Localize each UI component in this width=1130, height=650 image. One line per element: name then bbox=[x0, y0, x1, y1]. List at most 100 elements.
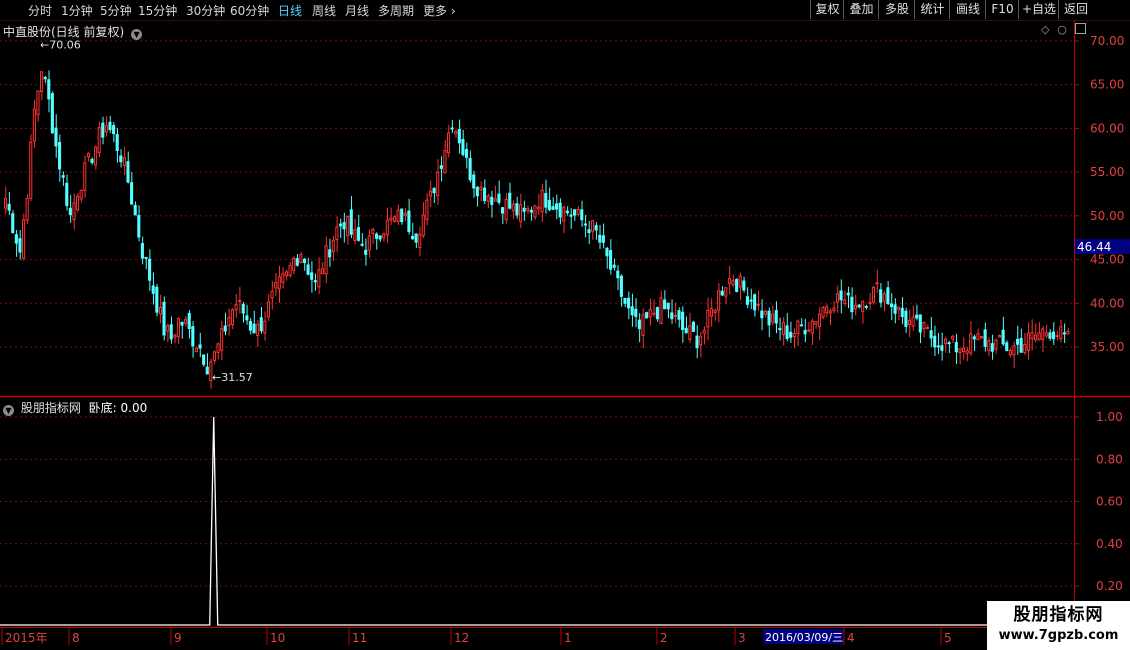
candle-body bbox=[410, 236, 415, 240]
main-y-tick-label: 55.00 bbox=[1090, 165, 1124, 179]
period-tab-2[interactable]: 5分钟 bbox=[100, 2, 132, 19]
candle-body bbox=[551, 206, 555, 210]
period-tab-5[interactable]: 60分钟 bbox=[230, 2, 269, 19]
candle-body bbox=[184, 319, 188, 324]
candle-body bbox=[951, 335, 955, 340]
main-y-tick-label: 45.00 bbox=[1090, 253, 1124, 267]
candle-body bbox=[925, 327, 930, 330]
candle-body bbox=[630, 306, 634, 316]
candle-body bbox=[65, 182, 69, 207]
chevron-down-icon[interactable]: ▼ bbox=[131, 29, 143, 40]
period-tab-3[interactable]: 15分钟 bbox=[138, 2, 177, 19]
candle-body bbox=[771, 313, 775, 323]
period-tab-10[interactable]: 更多 › bbox=[423, 2, 456, 19]
candle-body bbox=[94, 146, 98, 166]
period-tab-9[interactable]: 多周期 bbox=[378, 2, 414, 19]
toolbar-button-6[interactable]: +自选 bbox=[1018, 0, 1059, 19]
candle-body bbox=[331, 240, 335, 253]
candle-body bbox=[713, 310, 717, 314]
indicator-y-tick-label: 0.20 bbox=[1096, 579, 1123, 593]
candle-body bbox=[983, 329, 987, 347]
candle-body bbox=[727, 278, 731, 284]
chevron-down-icon[interactable]: ▼ bbox=[3, 405, 14, 416]
candle-body bbox=[634, 308, 638, 317]
period-tab-8[interactable]: 月线 bbox=[345, 2, 369, 19]
candle-body bbox=[994, 339, 998, 350]
toolbar-button-2[interactable]: 多股 bbox=[878, 0, 915, 19]
candle-body bbox=[1051, 331, 1056, 340]
toolbar-button-1[interactable]: 叠加 bbox=[843, 0, 879, 19]
candle-body bbox=[266, 301, 271, 318]
close-box-icon[interactable] bbox=[1074, 23, 1086, 34]
candle-body bbox=[101, 122, 105, 138]
candle-body bbox=[277, 276, 281, 290]
candle-body bbox=[464, 149, 469, 158]
candle-body bbox=[497, 193, 501, 203]
watermark-title: 股朋指标网 bbox=[1013, 605, 1104, 625]
toolbar-button-0[interactable]: 复权 bbox=[810, 0, 844, 19]
circle-icon[interactable]: ○ bbox=[1057, 23, 1067, 36]
candle-body bbox=[760, 310, 764, 319]
candle-body bbox=[522, 207, 526, 212]
candle-body bbox=[749, 299, 753, 302]
candle-body bbox=[1026, 332, 1030, 351]
candle-body bbox=[594, 225, 598, 231]
candle-body bbox=[137, 215, 141, 238]
candle-body bbox=[403, 212, 407, 216]
candle-body bbox=[763, 310, 767, 315]
candle-body bbox=[526, 208, 530, 212]
low-annotation: ←31.57 bbox=[212, 371, 253, 384]
period-tab-1[interactable]: 1分钟 bbox=[61, 2, 93, 19]
candle-body bbox=[61, 175, 65, 178]
candle-body bbox=[454, 130, 458, 135]
candle-body bbox=[576, 209, 580, 215]
candle-body bbox=[198, 344, 202, 349]
candle-body bbox=[1059, 326, 1063, 339]
chart-corner-controls: ◇ ○ bbox=[1041, 22, 1086, 36]
candle-body bbox=[212, 351, 216, 361]
candle-body bbox=[194, 347, 198, 353]
candle-body bbox=[292, 257, 296, 271]
indicator-title-row: ▼ 股朋指标网 卧底: 0.00 bbox=[3, 399, 147, 416]
toolbar-button-3[interactable]: 统计 bbox=[914, 0, 950, 19]
indicator-line-series bbox=[0, 416, 1074, 626]
diamond-icon[interactable]: ◇ bbox=[1041, 23, 1049, 36]
candle-body bbox=[756, 303, 760, 306]
candle-body bbox=[976, 333, 980, 341]
candle-body bbox=[799, 324, 803, 327]
date-highlight-label: 2016/03/09/三 bbox=[765, 631, 843, 644]
candle-body bbox=[86, 153, 90, 158]
candle-body bbox=[1066, 331, 1070, 335]
date-label: 4 bbox=[847, 631, 855, 645]
candle-body bbox=[58, 141, 62, 170]
candle-body bbox=[353, 229, 357, 241]
candle-body bbox=[555, 203, 559, 210]
candle-body bbox=[623, 297, 627, 304]
candle-body bbox=[25, 197, 29, 221]
candle-body bbox=[781, 322, 785, 336]
chart-area: 35.0040.0045.0050.0055.0060.0065.0070.00… bbox=[0, 20, 1130, 645]
candle-body bbox=[11, 213, 15, 234]
candle-body bbox=[382, 233, 386, 238]
candle-body bbox=[40, 71, 44, 93]
indicator-y-tick-label: 1.00 bbox=[1096, 410, 1123, 424]
candle-body bbox=[591, 220, 595, 232]
toolbar-button-7[interactable]: 返回 bbox=[1058, 0, 1093, 19]
candle-body bbox=[335, 226, 339, 241]
period-tab-6[interactable]: 日线 bbox=[278, 2, 302, 19]
candle-body bbox=[126, 161, 130, 183]
candle-body bbox=[648, 308, 652, 318]
toolbar-button-5[interactable]: F10 bbox=[985, 0, 1019, 19]
period-tab-7[interactable]: 周线 bbox=[312, 2, 336, 19]
candle-body bbox=[612, 264, 616, 268]
candle-body bbox=[735, 279, 739, 292]
candle-body bbox=[18, 238, 22, 253]
candle-body bbox=[1001, 329, 1005, 345]
candle-body bbox=[807, 329, 811, 332]
candle-body bbox=[7, 203, 11, 211]
candle-body bbox=[745, 296, 749, 305]
toolbar-button-4[interactable]: 画线 bbox=[949, 0, 986, 19]
candle-body bbox=[533, 205, 537, 218]
period-tab-4[interactable]: 30分钟 bbox=[186, 2, 225, 19]
period-tab-0[interactable]: 分时 bbox=[28, 2, 52, 19]
